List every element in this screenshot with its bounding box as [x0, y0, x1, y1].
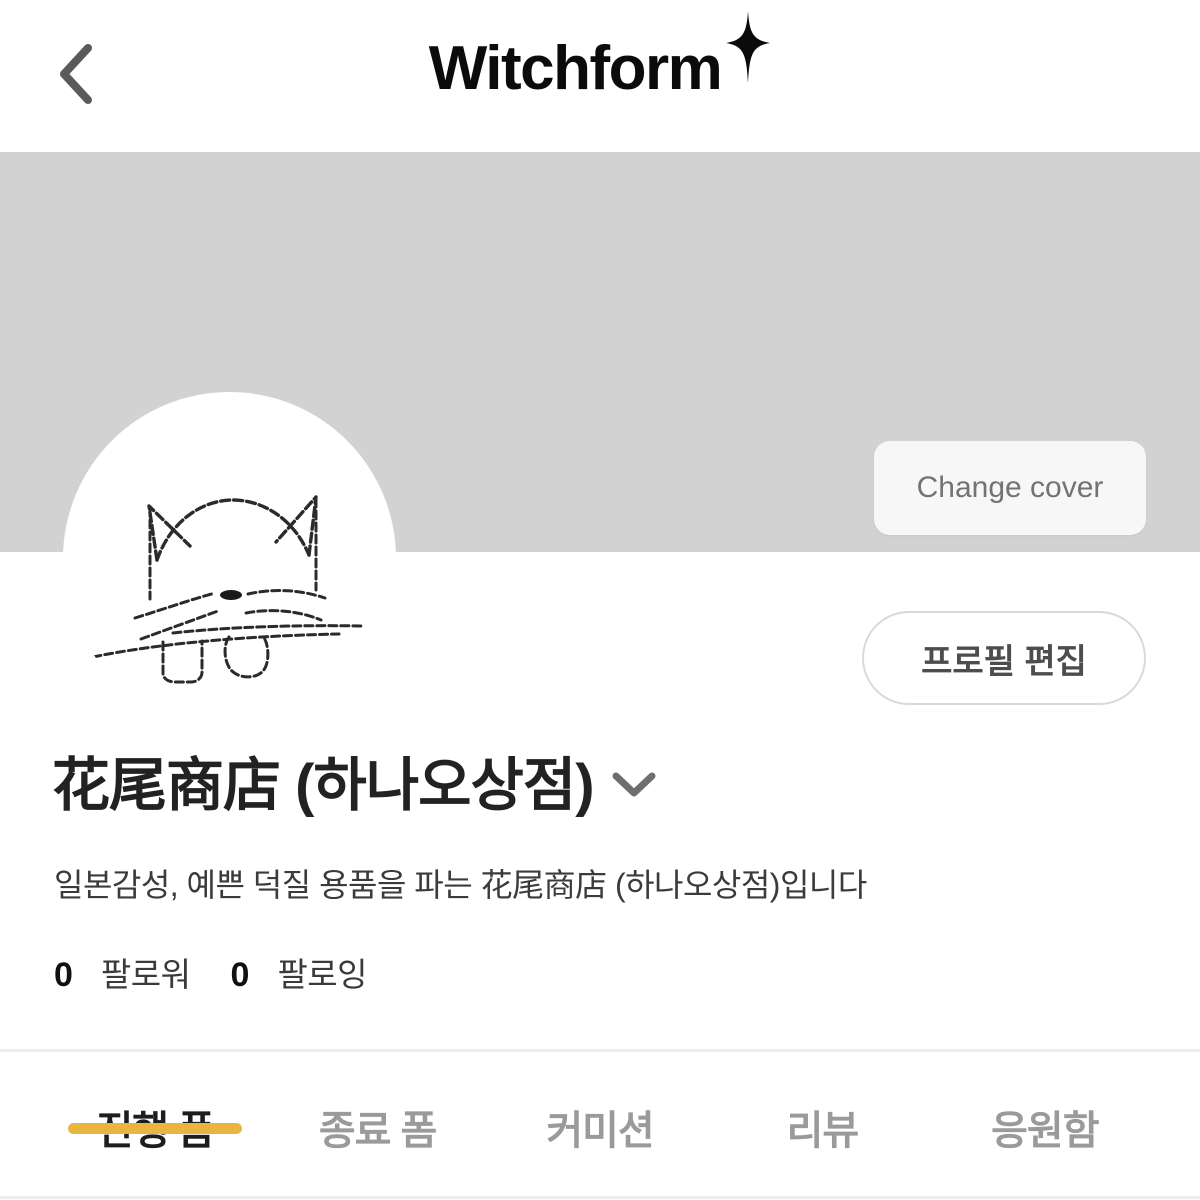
- followers-count: 0: [54, 956, 73, 994]
- brand-wordmark: Witchform: [428, 34, 723, 103]
- following-stat[interactable]: 0 팔로잉: [231, 948, 368, 996]
- tab-active-indicator: [291, 1123, 465, 1134]
- tab-review[interactable]: 리뷰: [711, 1056, 933, 1156]
- tab-closed-forms[interactable]: 종료 폼: [266, 1056, 488, 1156]
- tab-active-indicator: [68, 1123, 243, 1134]
- profile-bio: 일본감성, 예쁜 덕질 용품을 파는 花尾商店 (하나오상점)입니다: [54, 867, 867, 903]
- tabs-top-divider: [0, 1049, 1200, 1052]
- profile-page: Witchform Change cover 프로필 편집 花尾商店 (하나오상…: [0, 0, 1200, 1200]
- sparkle-icon: [717, 11, 771, 83]
- tab-support-box[interactable]: 응원함: [934, 1056, 1156, 1156]
- top-app-bar: Witchform: [0, 0, 1200, 152]
- following-count: 0: [230, 956, 250, 994]
- tab-commission[interactable]: 커미션: [489, 1056, 711, 1156]
- followers-stat[interactable]: 0 팔로워: [54, 948, 191, 996]
- followers-label: 팔로워: [100, 956, 191, 993]
- tab-active-indicator: [735, 1123, 909, 1134]
- tab-active-indicator: [958, 1123, 1132, 1134]
- tab-bar: 진행 폼 종료 폼 커미션 리뷰 응원함: [0, 1056, 1200, 1200]
- change-cover-button[interactable]: Change cover: [874, 441, 1146, 535]
- tabs-bottom-divider: [0, 1196, 1200, 1199]
- edit-profile-button[interactable]: 프로필 편집: [862, 611, 1146, 705]
- profile-stats: 0 팔로워 0 팔로잉: [0, 948, 1200, 996]
- chevron-down-icon: [608, 767, 660, 806]
- tab-active-indicator: [513, 1123, 687, 1134]
- cat-sketch-avatar-icon: [63, 392, 396, 725]
- avatar[interactable]: [63, 392, 396, 725]
- brand-logo: Witchform: [0, 0, 1200, 130]
- profile-info: 花尾商店 (하나오상점) 일본감성, 예쁜 덕질 용품을 파는 花尾商店 (하나…: [0, 748, 1200, 996]
- following-label: 팔로잉: [277, 956, 368, 993]
- tab-active-forms[interactable]: 진행 폼: [44, 1056, 266, 1156]
- page-title: 花尾商店 (하나오상점): [52, 753, 595, 818]
- shop-name-selector[interactable]: 花尾商店 (하나오상점): [0, 748, 660, 824]
